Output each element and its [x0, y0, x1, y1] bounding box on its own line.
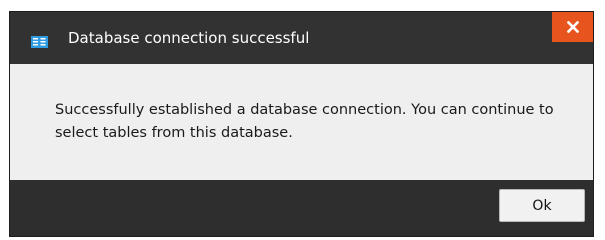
database-connection-icon	[31, 33, 48, 48]
ok-button[interactable]: Ok	[499, 189, 585, 222]
dialog-message: Successfully established a database conn…	[55, 102, 554, 141]
dialog-titlebar[interactable]: Database connection successful	[10, 12, 593, 64]
dialog-title: Database connection successful	[68, 29, 310, 47]
close-button[interactable]	[552, 12, 593, 42]
dialog-content: Successfully established a database conn…	[10, 64, 593, 180]
close-icon	[566, 18, 579, 37]
dialog-footer: Ok	[10, 180, 593, 236]
connection-dialog: Database connection successful Successfu…	[9, 11, 594, 237]
